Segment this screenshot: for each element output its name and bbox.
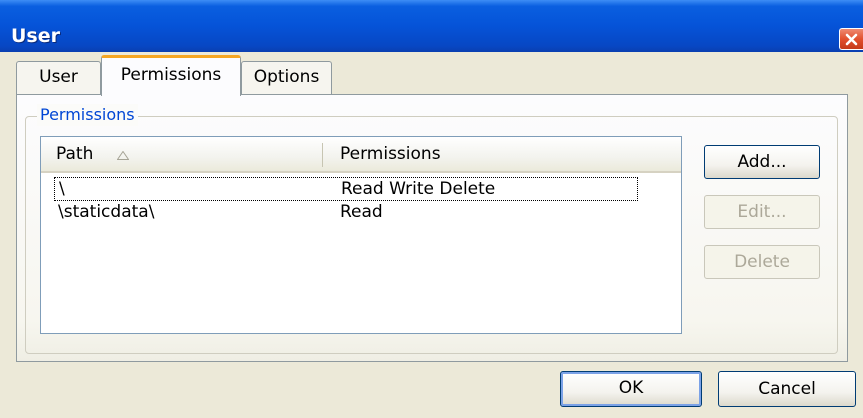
tab-user[interactable]: User xyxy=(16,61,101,94)
cancel-button[interactable]: Cancel xyxy=(718,371,856,407)
permissions-group-label: Permissions xyxy=(37,104,138,126)
window-title: User xyxy=(11,25,60,47)
row-permissions: Read xyxy=(340,202,383,222)
list-row[interactable]: \ Read Write Delete xyxy=(54,177,638,201)
delete-button[interactable]: Delete xyxy=(704,245,820,279)
column-separator[interactable] xyxy=(322,143,323,167)
user-dialog: User User Permissions Options Permission… xyxy=(0,0,863,418)
column-header-permissions[interactable]: Permissions xyxy=(340,137,441,171)
permissions-list[interactable]: Path Permissions \ Read Write Delete \st… xyxy=(40,136,682,334)
close-icon xyxy=(845,33,858,46)
title-bar[interactable]: User xyxy=(0,0,863,52)
row-path: \staticdata\ xyxy=(58,202,155,222)
list-row[interactable]: \staticdata\ Read xyxy=(54,201,638,225)
list-header: Path Permissions xyxy=(41,137,681,173)
row-permissions: Read Write Delete xyxy=(341,179,496,199)
column-header-path[interactable]: Path xyxy=(56,137,93,171)
tab-permissions[interactable]: Permissions xyxy=(101,55,241,96)
tab-options[interactable]: Options xyxy=(241,61,332,94)
close-button[interactable] xyxy=(839,28,863,50)
edit-button[interactable]: Edit... xyxy=(704,195,820,229)
add-button[interactable]: Add... xyxy=(704,145,820,179)
sort-ascending-icon xyxy=(117,151,129,160)
row-path: \ xyxy=(59,179,65,199)
ok-button[interactable]: OK xyxy=(560,371,702,407)
